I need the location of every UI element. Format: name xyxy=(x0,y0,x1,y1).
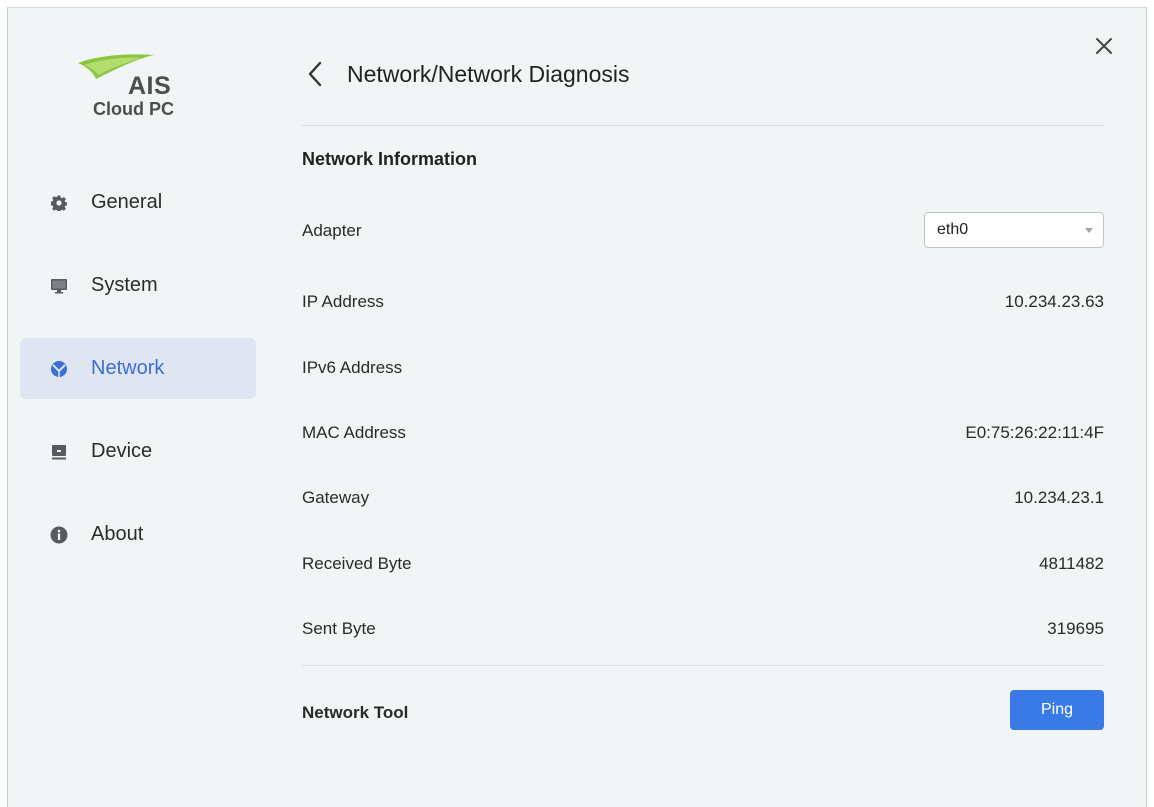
sidebar-item-label: Network xyxy=(91,357,165,379)
network-tool-row: Network Tool Ping xyxy=(302,690,1104,730)
network-info-title: Network Information xyxy=(302,149,478,169)
page-header: Network/Network Diagnosis xyxy=(302,54,1104,94)
info-icon xyxy=(50,526,68,544)
globe-icon xyxy=(50,360,68,378)
sidebar-item-label: Device xyxy=(91,440,153,462)
adapter-select[interactable]: eth0 xyxy=(924,212,1104,248)
adapter-row: Adapter eth0 xyxy=(302,212,1104,248)
header-divider xyxy=(302,125,1104,126)
ip-address-row: IP Address 10.234.23.63 xyxy=(302,287,1104,317)
sidebar: AIS Cloud PC General System Network Devi… xyxy=(8,8,268,807)
ip-address-label: IP Address xyxy=(302,292,384,311)
sent-byte-row: Sent Byte 319695 xyxy=(302,614,1104,644)
ping-button[interactable]: Ping xyxy=(1010,690,1104,730)
page-title: Network/Network Diagnosis xyxy=(347,60,630,87)
mac-address-label: MAC Address xyxy=(302,423,406,442)
gateway-value: 10.234.23.1 xyxy=(1014,488,1104,507)
section-divider xyxy=(302,665,1104,666)
logo-brand-text: AIS xyxy=(128,72,172,100)
sidebar-nav: General System Network Device About xyxy=(20,172,256,587)
adapter-select-value: eth0 xyxy=(937,221,969,238)
ipv6-address-label: IPv6 Address xyxy=(302,358,403,377)
network-tool-title: Network Tool xyxy=(302,703,409,722)
mac-address-row: MAC Address E0:75:26:22:11:4F xyxy=(302,418,1104,448)
sent-byte-label: Sent Byte xyxy=(302,619,376,638)
sidebar-item-about[interactable]: About xyxy=(20,504,256,565)
received-byte-value: 4811482 xyxy=(1039,554,1104,573)
main-panel: Network/Network Diagnosis Network Inform… xyxy=(302,8,1104,807)
settings-window: AIS Cloud PC General System Network Devi… xyxy=(7,7,1147,807)
sidebar-item-network[interactable]: Network xyxy=(20,338,256,399)
sidebar-item-system[interactable]: System xyxy=(20,255,256,316)
sidebar-item-device[interactable]: Device xyxy=(20,421,256,482)
ip-address-value: 10.234.23.63 xyxy=(1004,292,1104,311)
monitor-icon xyxy=(50,277,68,295)
mac-address-value: E0:75:26:22:11:4F xyxy=(965,423,1104,442)
back-chevron-icon[interactable] xyxy=(308,59,330,89)
device-icon xyxy=(50,443,68,461)
logo-product-text: Cloud PC xyxy=(93,99,174,119)
ais-logo: AIS Cloud PC xyxy=(76,53,206,133)
received-byte-label: Received Byte xyxy=(302,554,412,573)
dropdown-caret-icon xyxy=(1085,228,1093,233)
gateway-row: Gateway 10.234.23.1 xyxy=(302,483,1104,513)
gear-icon xyxy=(50,194,68,212)
sent-byte-value: 319695 xyxy=(1047,619,1104,638)
received-byte-row: Received Byte 4811482 xyxy=(302,549,1104,579)
gateway-label: Gateway xyxy=(302,488,370,507)
sidebar-item-general[interactable]: General xyxy=(20,172,256,233)
sidebar-item-label: General xyxy=(91,191,163,213)
ipv6-address-row: IPv6 Address xyxy=(302,353,1104,383)
sidebar-item-label: About xyxy=(91,523,144,545)
adapter-label: Adapter xyxy=(302,221,362,240)
sidebar-item-label: System xyxy=(91,274,158,296)
